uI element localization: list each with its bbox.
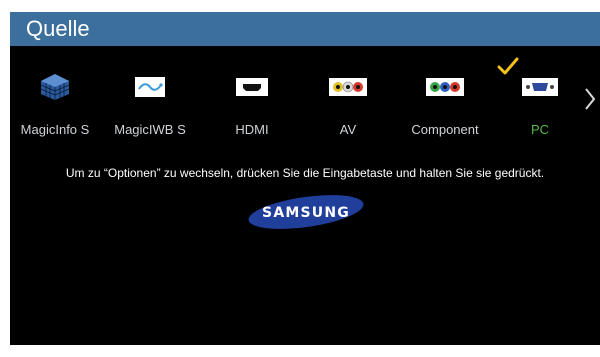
source-label: AV [339, 122, 357, 137]
source-list: MagicInfo S MagicIWB S HDMI AV Component… [10, 56, 600, 146]
options-hint-text: Um zu “Optionen” zu wechseln, drücken Si… [65, 166, 545, 180]
source-item-av[interactable]: AV [303, 74, 393, 140]
pc-vga-port-icon [522, 78, 558, 96]
title-bar: Quelle [10, 12, 600, 46]
source-item-component[interactable]: Component [400, 74, 490, 140]
source-label: MagicIWB S [114, 122, 186, 137]
samsung-logo-text: SAMSUNG [262, 205, 350, 221]
source-item-hdmi[interactable]: HDMI [207, 74, 297, 140]
source-screen: Quelle MagicInfo S MagicIWB S HDMI AV Co… [10, 12, 600, 345]
source-item-pc[interactable]: PC [495, 74, 585, 140]
page-title: Quelle [26, 16, 90, 41]
component-ports-icon [426, 78, 464, 96]
source-label: HDMI [235, 122, 269, 137]
chevron-right-icon[interactable] [583, 86, 597, 112]
samsung-logo: SAMSUNG [248, 195, 364, 229]
source-label: Component [411, 122, 479, 137]
source-label: MagicInfo S [20, 122, 90, 137]
magicinfo-icon [40, 74, 70, 100]
source-item-magiciwb[interactable]: MagicIWB S [105, 74, 195, 140]
hdmi-port-icon [236, 78, 268, 96]
source-label: PC [530, 122, 550, 137]
magiciwb-icon [135, 77, 165, 97]
av-ports-icon [329, 78, 367, 96]
source-item-magicinfo[interactable]: MagicInfo S [10, 74, 100, 140]
